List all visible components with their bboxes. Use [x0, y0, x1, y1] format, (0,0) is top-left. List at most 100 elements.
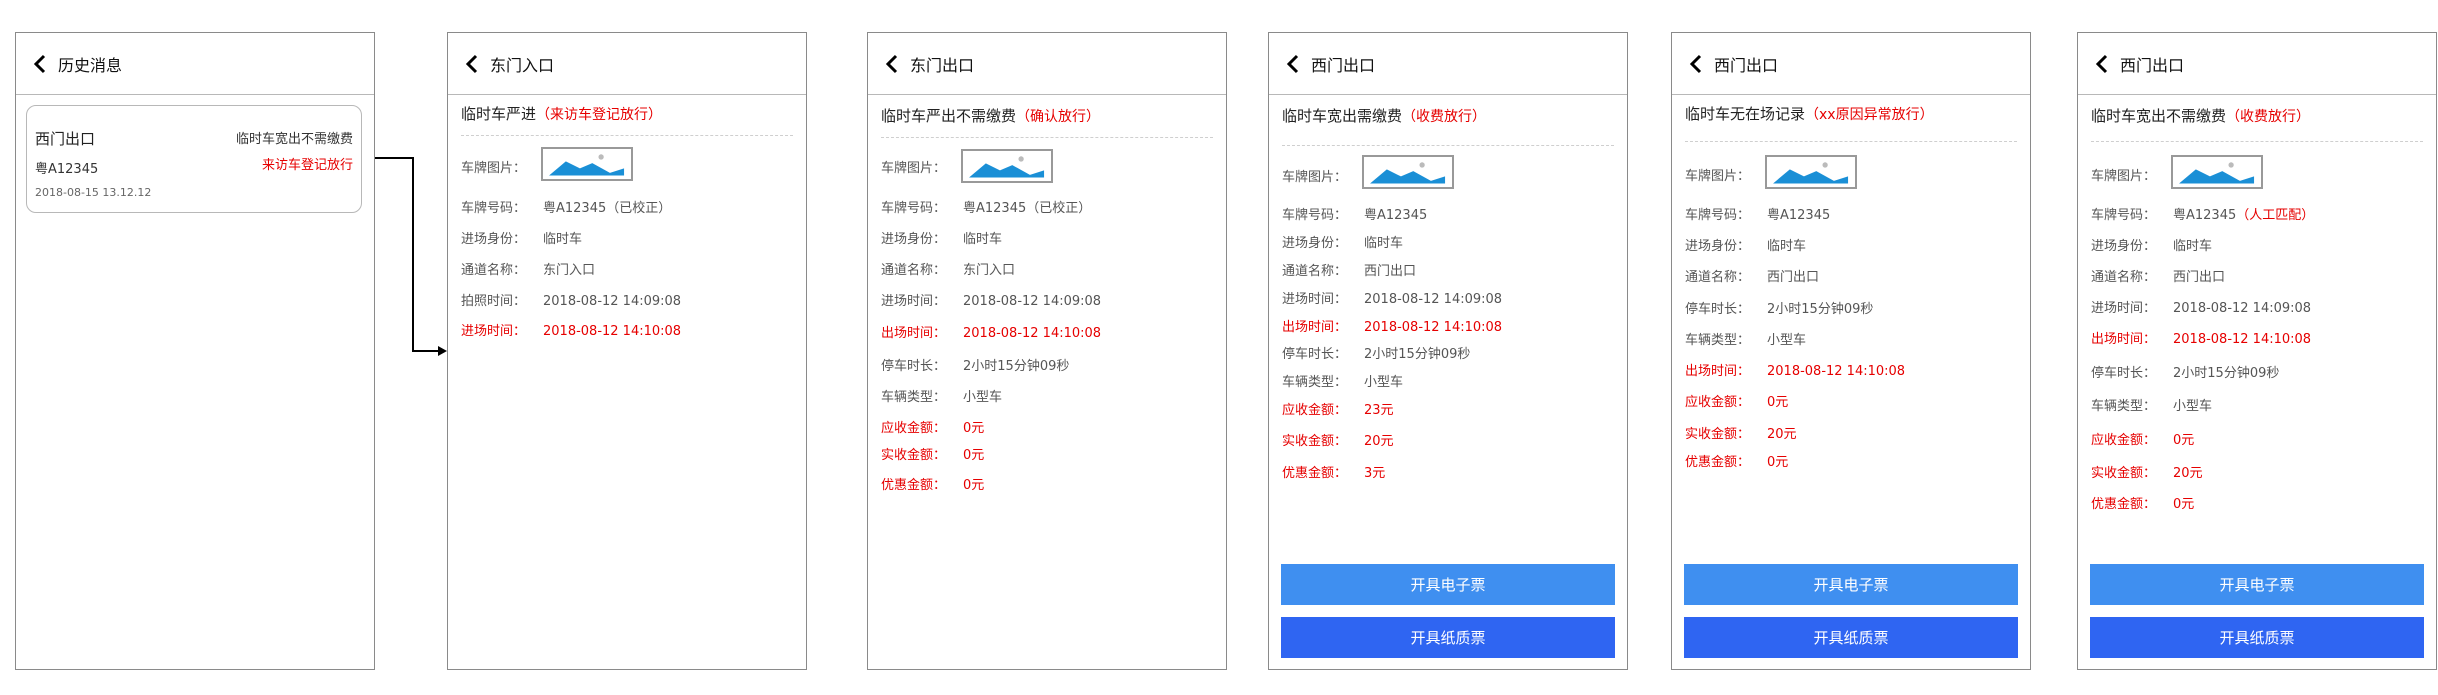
image-row: 车牌图片： — [881, 157, 963, 176]
detail-row: 进场身份： 临时车 — [1282, 232, 1403, 251]
row-value: 2小时15分钟09秒 — [1767, 302, 1874, 317]
row-label: 实收金额： — [2091, 466, 2157, 481]
record-type: 临时车宽出不需缴费（收费放行） — [2091, 105, 2310, 126]
page-title: 东门入口 — [490, 55, 555, 75]
detail-row: 车辆类型： 小型车 — [881, 386, 1002, 405]
back-arrow-icon[interactable] — [2092, 53, 2114, 75]
release-tag: （确认放行） — [1016, 109, 1101, 125]
row-label: 进场时间： — [2091, 301, 2157, 316]
divider — [461, 135, 793, 136]
row-label: 实收金额： — [1685, 427, 1751, 442]
row-label: 车牌号码： — [881, 201, 947, 216]
record-type-text: 临时车严进 — [461, 105, 537, 123]
row-label: 进场时间： — [461, 324, 527, 339]
paper-invoice-button[interactable]: 开具纸质票 — [2090, 617, 2424, 658]
record-type-text: 临时车无在场记录 — [1685, 105, 1806, 123]
row-label: 停车时长： — [1685, 302, 1751, 317]
header: 东门出口 — [868, 33, 1226, 95]
record-type: 临时车无在场记录（xx原因异常放行） — [1685, 103, 1934, 124]
detail-screen-2: 东门出口 临时车严出不需缴费（确认放行） 车牌图片： 车牌号码： 粤A12345（… — [867, 32, 1227, 670]
detail-row: 优惠金额： 3元 — [1282, 462, 1385, 481]
release-tag: （收费放行） — [2226, 109, 2311, 125]
plate-image-icon[interactable] — [541, 147, 633, 181]
match-note: （人工匹配） — [2236, 208, 2315, 223]
electronic-invoice-button[interactable]: 开具电子票 — [1281, 564, 1615, 605]
divider — [2091, 141, 2423, 142]
detail-row: 车牌号码： 粤A12345（已校正） — [881, 197, 1091, 216]
row-value: 0元 — [1767, 455, 1789, 470]
page-title: 西门出口 — [2120, 55, 2185, 75]
detail-row: 通道名称： 东门入口 — [461, 259, 595, 278]
detail-row: 停车时长： 2小时15分钟09秒 — [1685, 298, 1873, 317]
card-tag: 来访车登记放行 — [261, 158, 353, 173]
image-row: 车牌图片： — [1685, 165, 1767, 184]
row-label: 拍照时间： — [461, 294, 527, 309]
electronic-invoice-button[interactable]: 开具电子票 — [1684, 564, 2018, 605]
detail-row: 出场时间： 2018-08-12 14:10:08 — [881, 322, 1101, 341]
image-row: 车牌图片： — [1282, 166, 1364, 185]
row-value: 西门出口 — [1767, 270, 1820, 285]
row-value: 2小时15分钟09秒 — [963, 359, 1070, 374]
back-arrow-icon[interactable] — [1686, 53, 1708, 75]
record-type-text: 临时车宽出需缴费 — [1282, 107, 1403, 125]
paper-invoice-button[interactable]: 开具纸质票 — [1281, 617, 1615, 658]
electronic-invoice-button[interactable]: 开具电子票 — [2090, 564, 2424, 605]
row-label: 进场身份： — [2091, 239, 2157, 254]
card-plate: 粤A12345 — [35, 162, 99, 177]
detail-row: 车牌号码： 粤A12345（已校正） — [461, 197, 671, 216]
row-value: 小型车 — [1767, 333, 1807, 348]
detail-row: 出场时间： 2018-08-12 14:10:08 — [1685, 360, 1905, 379]
row-label: 优惠金额： — [1685, 455, 1751, 470]
history-screen: 历史消息 西门出口 临时车宽出不需缴费 粤A12345 来访车登记放行 2018… — [15, 32, 375, 670]
row-label: 进场身份： — [881, 232, 947, 247]
back-arrow-icon[interactable] — [30, 53, 52, 75]
row-label: 应收金额： — [1685, 395, 1751, 410]
record-type-text: 临时车宽出不需缴费 — [2091, 107, 2227, 125]
detail-screen-4: 西门出口 临时车无在场记录（xx原因异常放行） 车牌图片： 车牌号码： 粤A123… — [1671, 32, 2031, 670]
detail-row: 出场时间： 2018-08-12 14:10:08 — [2091, 328, 2311, 347]
row-label: 停车时长： — [881, 359, 947, 374]
back-arrow-icon[interactable] — [882, 53, 904, 75]
row-label: 车辆类型： — [1282, 375, 1348, 390]
row-value: 0元 — [2173, 497, 2195, 512]
image-label: 车牌图片： — [881, 161, 947, 176]
back-arrow-icon[interactable] — [462, 53, 484, 75]
page-title: 西门出口 — [1311, 55, 1376, 75]
row-label: 进场身份： — [1282, 236, 1348, 251]
back-arrow-icon[interactable] — [1283, 53, 1305, 75]
row-value: 2小时15分钟09秒 — [2173, 366, 2280, 381]
page-title: 东门出口 — [910, 55, 975, 75]
row-value: 0元 — [1767, 395, 1789, 410]
row-value: 2018-08-12 14:10:08 — [963, 326, 1102, 341]
row-value: 2018-08-12 14:10:08 — [2173, 332, 2312, 347]
row-label: 进场时间： — [881, 294, 947, 309]
row-label: 进场身份： — [461, 232, 527, 247]
record-type: 临时车严出不需缴费（确认放行） — [881, 105, 1100, 126]
image-label: 车牌图片： — [1282, 170, 1348, 185]
plate-image-icon[interactable] — [1362, 155, 1454, 189]
detail-row: 停车时长： 2小时15分钟09秒 — [2091, 362, 2279, 381]
row-label: 停车时长： — [2091, 366, 2157, 381]
row-value: 粤A12345（已校正） — [963, 201, 1092, 216]
paper-invoice-button[interactable]: 开具纸质票 — [1684, 617, 2018, 658]
image-label: 车牌图片： — [1685, 169, 1751, 184]
row-label: 进场时间： — [1282, 292, 1348, 307]
plate-image-icon[interactable] — [1765, 155, 1857, 189]
detail-row: 停车时长： 2小时15分钟09秒 — [881, 355, 1069, 374]
plate-image-icon[interactable] — [961, 149, 1053, 183]
row-label: 车牌号码： — [1282, 208, 1348, 223]
history-card[interactable]: 西门出口 临时车宽出不需缴费 粤A12345 来访车登记放行 2018-08-1… — [26, 105, 362, 213]
detail-row: 应收金额： 0元 — [881, 417, 984, 436]
detail-screen-1: 东门入口 临时车严进（来访车登记放行） 车牌图片： 车牌号码： 粤A12345（已… — [447, 32, 807, 670]
row-value: 粤A12345（已校正） — [543, 201, 672, 216]
detail-row: 通道名称： 西门出口 — [1282, 260, 1416, 279]
row-value: 2018-08-12 14:09:08 — [543, 294, 682, 309]
row-label: 出场时间： — [1282, 320, 1348, 335]
detail-row: 进场身份： 临时车 — [2091, 235, 2212, 254]
row-label: 实收金额： — [1282, 434, 1348, 449]
row-label: 通道名称： — [881, 263, 947, 278]
row-value: 2018-08-12 14:09:08 — [1364, 292, 1503, 307]
row-value: 东门入口 — [963, 263, 1016, 278]
header: 西门出口 — [1672, 33, 2030, 95]
plate-image-icon[interactable] — [2171, 155, 2263, 189]
